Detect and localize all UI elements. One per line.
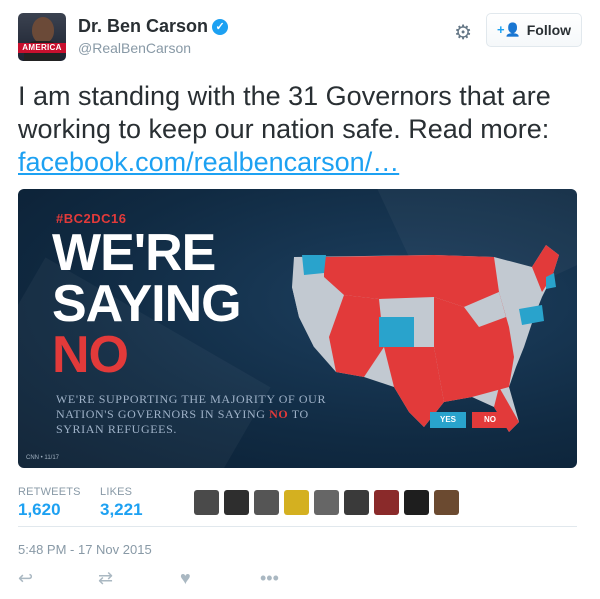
tweet-timestamp[interactable]: 5:48 PM - 17 Nov 2015 xyxy=(18,542,152,557)
avatar-face xyxy=(32,17,54,43)
reply-icon[interactable]: ↩ xyxy=(18,568,33,589)
author-name[interactable]: Dr. Ben Carson ✓ xyxy=(78,16,229,37)
retweets-stat[interactable]: RETWEETS 1,620 xyxy=(18,486,81,520)
tweet-media-image[interactable]: #BC2DC16 WE'RE SAYING NO WE'RE SUPPORTIN… xyxy=(18,189,577,468)
divider xyxy=(18,526,577,527)
media-title-line2: SAYING xyxy=(52,275,242,333)
tweet-header: AMERICA Dr. Ben Carson ✓ @RealBenCarson ⚙… xyxy=(18,13,582,63)
retweet-icon[interactable]: ⇄ xyxy=(98,568,113,589)
tweet-link[interactable]: facebook.com/realbencarson/… xyxy=(18,146,588,179)
author-handle[interactable]: @RealBenCarson xyxy=(78,40,191,56)
liker-avatar[interactable] xyxy=(374,490,399,515)
likes-count[interactable]: 3,221 xyxy=(100,500,143,520)
tweet-stats: RETWEETS 1,620 LIKES 3,221 xyxy=(18,486,577,526)
legend-no: NO xyxy=(472,412,508,428)
liker-avatars xyxy=(194,490,459,515)
likes-label: LIKES xyxy=(100,486,133,498)
likes-stat[interactable]: LIKES 3,221 xyxy=(100,486,143,520)
map-region-neutral xyxy=(292,277,329,347)
follow-button[interactable]: +👤 Follow xyxy=(486,13,582,47)
add-user-icon: +👤 xyxy=(496,22,521,37)
retweets-label: RETWEETS xyxy=(18,486,81,498)
heart-icon[interactable]: ♥ xyxy=(180,568,191,589)
author-name-text[interactable]: Dr. Ben Carson xyxy=(78,16,208,36)
media-title-line3: NO xyxy=(52,326,129,384)
map-region-yes xyxy=(302,255,326,275)
gear-icon[interactable]: ⚙ xyxy=(454,20,472,45)
media-credit: CNN • 11/17 xyxy=(26,455,60,461)
liker-avatar[interactable] xyxy=(284,490,309,515)
liker-avatar[interactable] xyxy=(404,490,429,515)
follow-label: Follow xyxy=(526,22,572,38)
tweet-body: I am standing with the 31 Governors that… xyxy=(18,81,551,144)
retweets-count[interactable]: 1,620 xyxy=(18,500,81,520)
more-icon[interactable]: ••• xyxy=(260,568,279,589)
avatar-band-text: AMERICA xyxy=(18,43,66,53)
legend-yes: YES xyxy=(430,412,466,428)
tweet-text: I am standing with the 31 Governors that… xyxy=(18,80,588,179)
liker-avatar[interactable] xyxy=(194,490,219,515)
media-title-line1: WE'RE xyxy=(52,224,216,282)
liker-avatar[interactable] xyxy=(314,490,339,515)
liker-avatar[interactable] xyxy=(434,490,459,515)
liker-avatar[interactable] xyxy=(344,490,369,515)
liker-avatar[interactable] xyxy=(254,490,279,515)
map-region-yes xyxy=(379,317,414,347)
avatar[interactable]: AMERICA xyxy=(18,13,66,61)
liker-avatar[interactable] xyxy=(224,490,249,515)
verified-badge-icon: ✓ xyxy=(212,19,229,35)
us-governors-map xyxy=(292,245,559,432)
